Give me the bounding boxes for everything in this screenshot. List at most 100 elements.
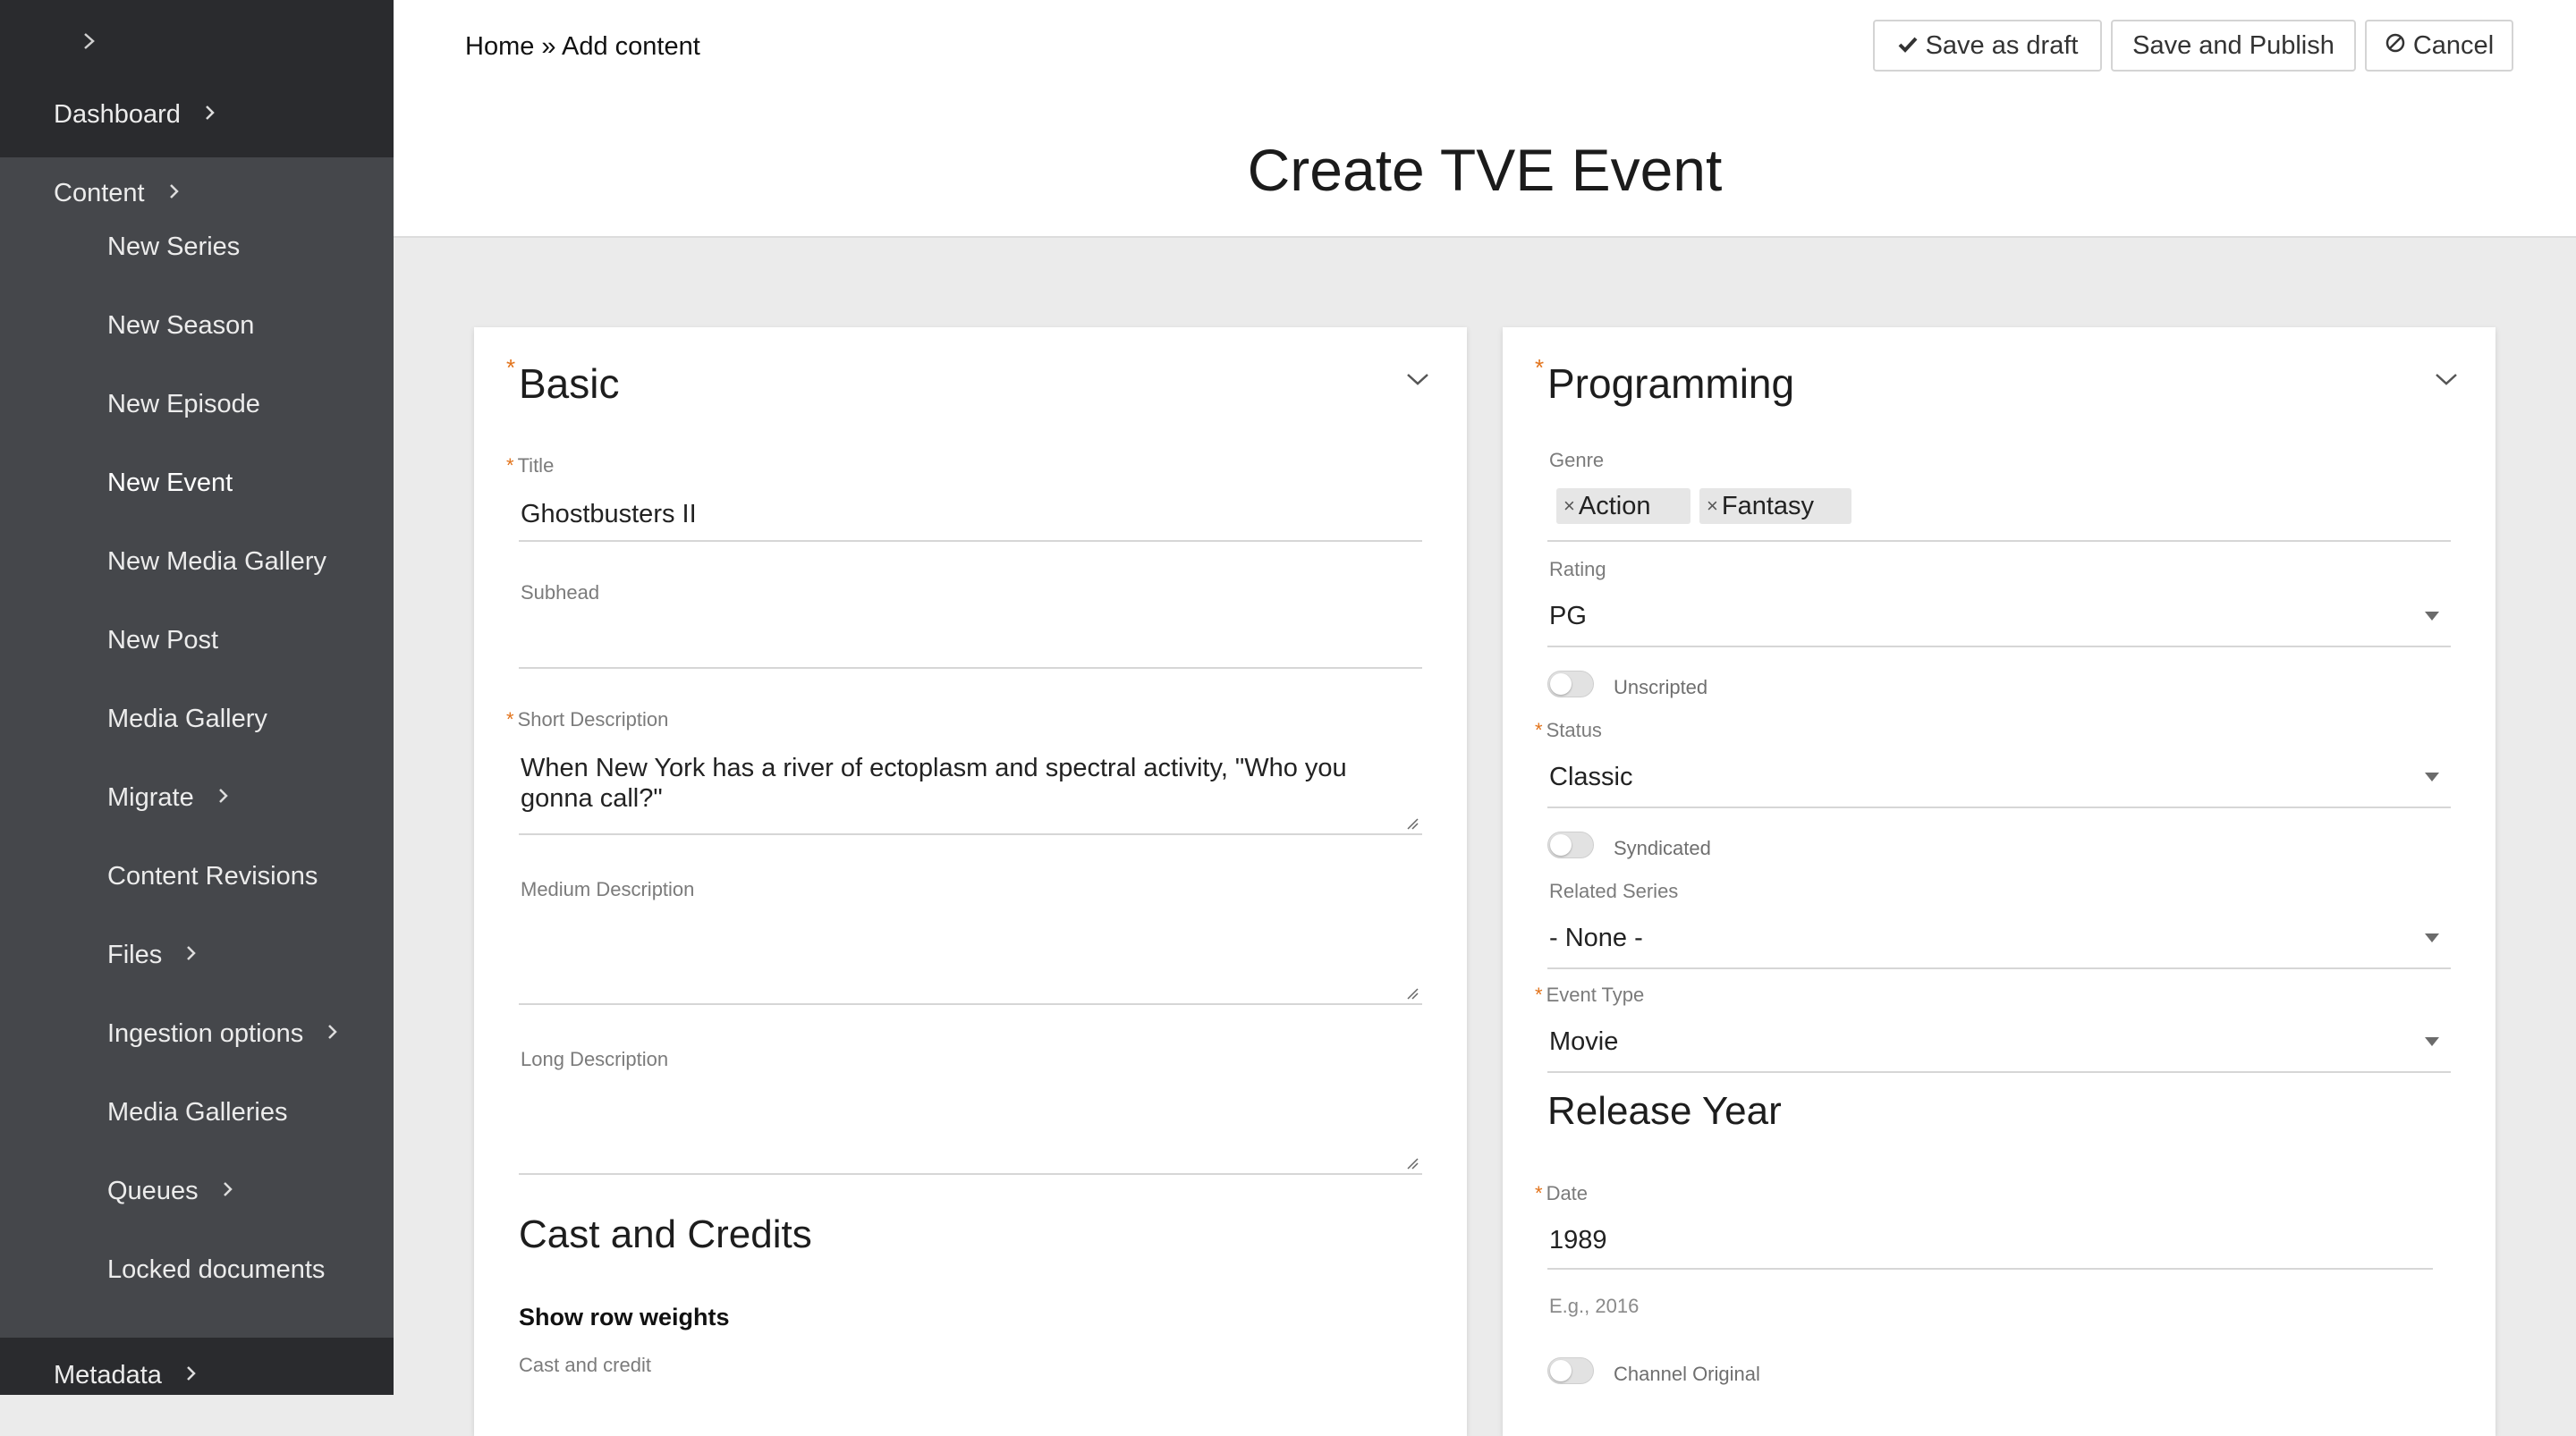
chevron-down-icon[interactable] bbox=[1404, 370, 1431, 388]
sidebar-item-label: Dashboard bbox=[54, 100, 181, 129]
sidebar-item-label: Ingestion options bbox=[107, 1019, 304, 1048]
title-label-text: Title bbox=[517, 454, 555, 477]
sidebar-item-label: New Season bbox=[107, 311, 255, 340]
date-hint: E.g., 2016 bbox=[1549, 1295, 1640, 1317]
chevron-right-icon bbox=[222, 1178, 234, 1205]
required-marker: * bbox=[1535, 1182, 1543, 1204]
cast-and-credits-heading: Cast and Credits bbox=[519, 1212, 812, 1256]
sidebar-item-content[interactable]: Content bbox=[54, 179, 181, 208]
programming-card-title: * Programming bbox=[1535, 354, 1794, 408]
save-as-draft-button[interactable]: Save as draft bbox=[1873, 20, 2102, 72]
related-series-label: Related Series bbox=[1549, 880, 1679, 902]
status-label: * Status bbox=[1535, 719, 1602, 742]
title-input[interactable]: Ghostbusters II bbox=[521, 499, 697, 529]
breadcrumb[interactable]: Home » Add content bbox=[465, 32, 700, 62]
sidebar-item-new-event[interactable]: New Event bbox=[107, 469, 233, 498]
sidebar-item-label: Media Gallery bbox=[107, 705, 267, 733]
ban-icon bbox=[2385, 32, 2406, 60]
basic-card-title: * Basic bbox=[506, 354, 620, 408]
event-type-label: * Event Type bbox=[1535, 984, 1644, 1007]
remove-tag-icon[interactable]: × bbox=[1563, 494, 1575, 518]
show-row-weights-link[interactable]: Show row weights bbox=[519, 1304, 730, 1331]
caret-down-icon bbox=[2425, 773, 2439, 781]
sidebar-item-dashboard[interactable]: Dashboard bbox=[54, 100, 216, 130]
genre-label: Genre bbox=[1549, 449, 1605, 471]
resize-handle-icon[interactable] bbox=[1406, 1157, 1419, 1170]
caret-down-icon bbox=[2425, 933, 2439, 942]
sidebar-item-migrate[interactable]: Migrate bbox=[107, 783, 230, 813]
check-icon bbox=[1897, 32, 1919, 60]
genre-tag-fantasy[interactable]: × Fantasy bbox=[1699, 488, 1852, 524]
save-as-draft-label: Save as draft bbox=[1925, 30, 2079, 60]
event-type-label-text: Event Type bbox=[1546, 984, 1645, 1006]
channel-original-toggle[interactable] bbox=[1547, 1357, 1594, 1384]
basic-title-text: Basic bbox=[519, 360, 620, 407]
sidebar-item-ingestion-options[interactable]: Ingestion options bbox=[107, 1019, 339, 1049]
sidebar-item-new-series[interactable]: New Series bbox=[107, 232, 240, 262]
unscripted-toggle[interactable] bbox=[1547, 671, 1594, 697]
sidebar-toggle-chevron-right-icon[interactable] bbox=[80, 23, 102, 59]
long-description-textarea[interactable] bbox=[521, 1087, 1415, 1168]
genre-underline bbox=[1547, 540, 2451, 542]
syndicated-toggle[interactable] bbox=[1547, 832, 1594, 858]
subhead-input[interactable] bbox=[521, 619, 1415, 655]
sidebar-item-queues[interactable]: Queues bbox=[107, 1177, 234, 1206]
channel-original-label: Channel Original bbox=[1614, 1363, 1760, 1385]
sidebar-item-label: Migrate bbox=[107, 783, 194, 812]
genre-tag-action[interactable]: × Action bbox=[1556, 488, 1690, 524]
syndicated-label: Syndicated bbox=[1614, 837, 1711, 859]
short-description-textarea[interactable]: When New York has a river of ectoplasm a… bbox=[521, 753, 1415, 814]
sidebar-item-label: New Post bbox=[107, 626, 219, 655]
resize-handle-icon[interactable] bbox=[1406, 817, 1419, 830]
caret-down-icon bbox=[2425, 612, 2439, 621]
title-label: * Title bbox=[506, 454, 554, 477]
save-and-publish-button[interactable]: Save and Publish bbox=[2111, 20, 2356, 72]
unscripted-label: Unscripted bbox=[1614, 676, 1708, 698]
short-description-underline bbox=[519, 833, 1422, 835]
medium-description-textarea[interactable] bbox=[521, 917, 1415, 998]
sidebar-item-new-episode[interactable]: New Episode bbox=[107, 390, 260, 419]
sidebar-item-locked-documents[interactable]: Locked documents bbox=[107, 1255, 325, 1285]
sidebar-item-label: Queues bbox=[107, 1177, 199, 1205]
resize-handle-icon[interactable] bbox=[1406, 987, 1419, 1000]
sidebar: Dashboard Content New Series New Season … bbox=[0, 0, 394, 1395]
chevron-down-icon[interactable] bbox=[2433, 370, 2460, 388]
sidebar-item-label: New Episode bbox=[107, 390, 260, 418]
long-description-label: Long Description bbox=[521, 1048, 669, 1070]
sidebar-item-new-post[interactable]: New Post bbox=[107, 626, 218, 655]
sidebar-header bbox=[0, 0, 394, 157]
date-underline bbox=[1547, 1268, 2433, 1270]
cancel-label: Cancel bbox=[2412, 30, 2495, 60]
sidebar-item-label: Locked documents bbox=[107, 1255, 326, 1284]
sidebar-item-new-season[interactable]: New Season bbox=[107, 311, 254, 341]
sidebar-item-metadata[interactable]: Metadata bbox=[54, 1361, 198, 1390]
related-series-select[interactable]: - None - bbox=[1549, 923, 2444, 953]
sidebar-item-files[interactable]: Files bbox=[107, 941, 198, 970]
sidebar-item-content-revisions[interactable]: Content Revisions bbox=[107, 862, 318, 891]
status-underline bbox=[1547, 807, 2451, 808]
chevron-right-icon bbox=[168, 180, 181, 207]
date-input[interactable]: 1989 bbox=[1549, 1225, 2426, 1255]
cancel-button[interactable]: Cancel bbox=[2365, 20, 2513, 72]
sidebar-item-new-media-gallery[interactable]: New Media Gallery bbox=[107, 547, 326, 577]
caret-down-icon bbox=[2425, 1037, 2439, 1046]
sidebar-item-label: Metadata bbox=[54, 1361, 162, 1390]
required-marker: * bbox=[1535, 984, 1543, 1006]
sidebar-item-label: Media Galleries bbox=[107, 1098, 288, 1127]
short-description-label: * Short Description bbox=[506, 708, 668, 731]
remove-tag-icon[interactable]: × bbox=[1707, 494, 1718, 518]
chevron-right-icon bbox=[217, 784, 230, 812]
required-marker: * bbox=[1535, 354, 1545, 381]
status-select[interactable]: Classic bbox=[1549, 762, 2444, 792]
required-marker: * bbox=[506, 708, 514, 731]
rating-label: Rating bbox=[1549, 558, 1606, 580]
event-type-select[interactable]: Movie bbox=[1549, 1026, 2444, 1057]
required-marker: * bbox=[506, 354, 516, 381]
status-label-text: Status bbox=[1546, 719, 1602, 741]
rating-select[interactable]: PG bbox=[1549, 601, 2444, 631]
sidebar-item-media-galleries[interactable]: Media Galleries bbox=[107, 1098, 287, 1128]
sidebar-item-label: New Event bbox=[107, 469, 233, 497]
save-and-publish-label: Save and Publish bbox=[2132, 30, 2334, 60]
sidebar-item-media-gallery[interactable]: Media Gallery bbox=[107, 705, 267, 734]
toggle-knob bbox=[1550, 673, 1572, 695]
